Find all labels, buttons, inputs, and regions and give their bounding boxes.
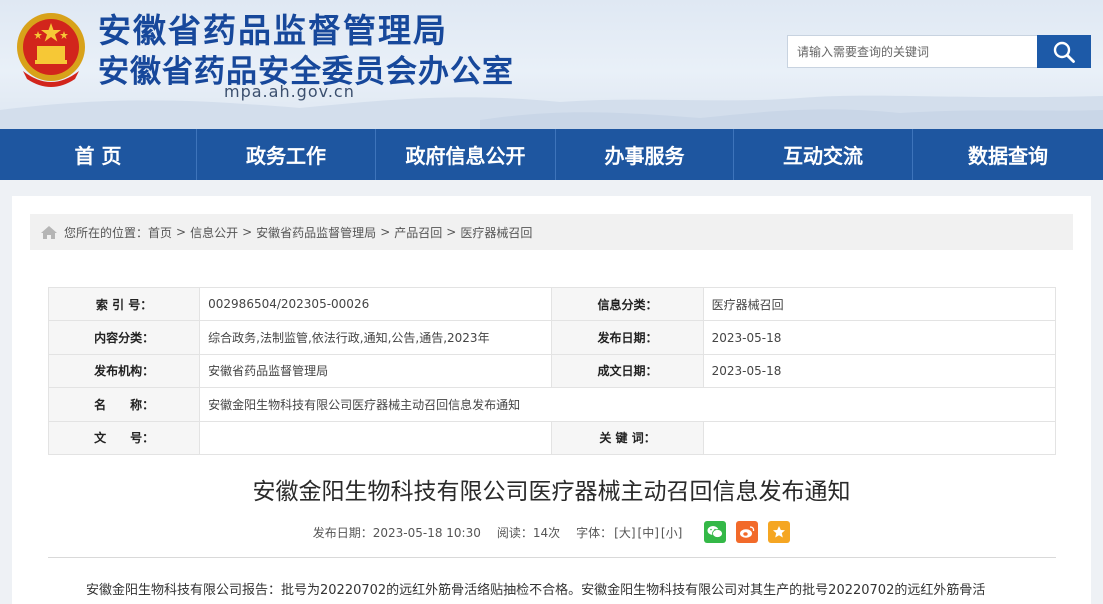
created-date-label: 成文日期： bbox=[551, 353, 704, 389]
nav-item-interaction[interactable]: 互动交流 bbox=[733, 129, 912, 180]
table-row: 内容分类： 综合政务,法制监管,依法行政,通知,公告,通告,2023年 发布日期… bbox=[47, 320, 1057, 355]
breadcrumb-separator: > bbox=[242, 225, 253, 239]
national-emblem-icon bbox=[13, 9, 89, 89]
document-meta-table: 索 引 号： 002986504/202305-00026 信息分类： 医疗器械… bbox=[47, 286, 1057, 455]
index-value: 002986504/202305-00026 bbox=[199, 286, 553, 322]
name-label: 名 称： bbox=[47, 387, 201, 422]
keywords-label: 关 键 词： bbox=[551, 420, 704, 455]
star-icon bbox=[773, 526, 786, 538]
breadcrumb-item-home[interactable]: 首页 bbox=[148, 224, 172, 241]
font-small-button[interactable]: [小] bbox=[661, 524, 682, 541]
doc-number-value bbox=[199, 420, 553, 455]
publish-date-value: 2023-05-18 bbox=[702, 320, 1057, 355]
info-class-label: 信息分类： bbox=[551, 286, 704, 322]
publish-date-label: 发布日期： bbox=[551, 320, 704, 355]
site-header: 安徽省药品监督管理局 安徽省药品安全委员会办公室 mpa.ah.gov.cn bbox=[0, 0, 1103, 129]
article-meta: 发布日期：2023-05-18 10:30 阅读：14次 字体： [大] [中]… bbox=[12, 521, 1091, 543]
table-row: 名 称： 安徽金阳生物科技有限公司医疗器械主动召回信息发布通知 bbox=[47, 387, 1056, 422]
divider bbox=[48, 557, 1056, 558]
site-domain: mpa.ah.gov.cn bbox=[224, 82, 355, 101]
keywords-value bbox=[702, 420, 1057, 455]
article-title: 安徽金阳生物科技有限公司医疗器械主动召回信息发布通知 bbox=[252, 479, 851, 505]
main-nav: 首 页 政务工作 政府信息公开 办事服务 互动交流 数据查询 bbox=[0, 129, 1103, 180]
breadcrumb-separator: > bbox=[176, 225, 187, 239]
home-icon bbox=[40, 225, 58, 240]
main-content: 您所在的位置： 首页 > 信息公开 > 安徽省药品监督管理局 > 产品召回 > … bbox=[12, 196, 1091, 604]
search-button[interactable] bbox=[1037, 35, 1091, 68]
share-wechat-button[interactable] bbox=[704, 521, 727, 543]
table-row: 索 引 号： 002986504/202305-00026 信息分类： 医疗器械… bbox=[47, 286, 1057, 322]
created-date-value: 2023-05-18 bbox=[702, 353, 1057, 389]
breadcrumb-separator: > bbox=[380, 225, 391, 239]
nav-item-home[interactable]: 首 页 bbox=[0, 129, 196, 180]
weibo-icon bbox=[740, 526, 755, 538]
breadcrumb-separator: > bbox=[446, 225, 457, 239]
breadcrumb-item-bureau[interactable]: 安徽省药品监督管理局 bbox=[256, 224, 376, 241]
table-row: 发布机构： 安徽省药品监督管理局 成文日期： 2023-05-18 bbox=[47, 353, 1057, 389]
search-icon bbox=[1053, 41, 1075, 63]
wechat-icon bbox=[707, 526, 724, 538]
breadcrumb-item-info-disclosure[interactable]: 信息公开 bbox=[190, 224, 238, 241]
nav-item-services[interactable]: 办事服务 bbox=[555, 129, 733, 180]
nav-item-government-affairs[interactable]: 政务工作 bbox=[196, 129, 375, 180]
article-body: 安徽金阳生物科技有限公司报告：批号为20220702的远红外筋骨活络贴抽检不合格… bbox=[86, 583, 986, 598]
publisher-label: 发布机构： bbox=[47, 353, 201, 389]
search-input[interactable] bbox=[788, 36, 1039, 67]
font-large-button[interactable]: [大] bbox=[614, 524, 635, 541]
favorite-button[interactable] bbox=[768, 521, 791, 543]
font-medium-button[interactable]: [中] bbox=[638, 524, 659, 541]
nav-item-info-disclosure[interactable]: 政府信息公开 bbox=[375, 129, 555, 180]
breadcrumb-item-product-recall[interactable]: 产品召回 bbox=[394, 224, 442, 241]
publish-datetime: 发布日期：2023-05-18 10:30 bbox=[312, 525, 481, 540]
breadcrumb-prefix: 您所在的位置： bbox=[64, 225, 149, 240]
doc-number-label: 文 号： bbox=[47, 420, 201, 455]
font-size-label: 字体： bbox=[576, 525, 613, 540]
content-class-value: 综合政务,法制监管,依法行政,通知,公告,通告,2023年 bbox=[199, 320, 553, 355]
view-count: 阅读：14次 bbox=[496, 525, 561, 540]
table-row: 文 号： 关 键 词： bbox=[47, 420, 1057, 455]
site-title-primary: 安徽省药品监督管理局 bbox=[98, 11, 448, 50]
info-class-value: 医疗器械召回 bbox=[702, 286, 1057, 322]
publisher-value: 安徽省药品监督管理局 bbox=[199, 353, 553, 389]
search-box bbox=[787, 35, 1091, 68]
content-class-label: 内容分类： bbox=[47, 320, 201, 355]
index-label: 索 引 号： bbox=[47, 286, 201, 322]
breadcrumb-item-device-recall[interactable]: 医疗器械召回 bbox=[460, 224, 532, 241]
breadcrumb: 您所在的位置： 首页 > 信息公开 > 安徽省药品监督管理局 > 产品召回 > … bbox=[30, 214, 1073, 250]
name-value: 安徽金阳生物科技有限公司医疗器械主动召回信息发布通知 bbox=[199, 387, 1056, 422]
share-weibo-button[interactable] bbox=[736, 521, 759, 543]
nav-item-data-query[interactable]: 数据查询 bbox=[912, 129, 1103, 180]
